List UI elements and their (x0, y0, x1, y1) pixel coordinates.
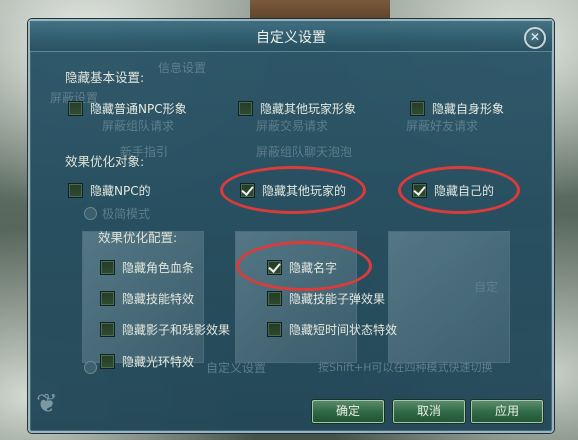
cancel-button[interactable]: 取消 (393, 400, 465, 423)
checkbox-box[interactable] (410, 101, 425, 116)
ghost-preview-image (388, 231, 510, 363)
checkbox-hide-short-status[interactable]: 隐藏短时间状态特效 (267, 321, 397, 338)
checkbox-box[interactable] (267, 291, 282, 306)
ghost-radio (84, 361, 97, 374)
checkbox-box[interactable] (100, 322, 115, 337)
dialog-titlebar[interactable]: 自定义设置 ✕ (30, 21, 552, 52)
checkbox-hide-npc-model[interactable]: 隐藏普通NPC形象 (68, 100, 187, 117)
checkbox-label: 隐藏自身形象 (432, 102, 505, 116)
checkbox-hide-self-model[interactable]: 隐藏自身形象 (410, 100, 504, 117)
checkbox-label: 隐藏技能特效 (122, 292, 195, 306)
checkbox-box[interactable] (100, 291, 115, 306)
ghost-hint: 按Shift+H可以在四种模式快速切换 (318, 361, 493, 374)
annotation-highlight-ellipse (398, 166, 520, 214)
annotation-highlight-ellipse (236, 241, 372, 291)
checkbox-hide-hp-bar[interactable]: 隐藏角色血条 (100, 259, 194, 276)
checkbox-box[interactable] (68, 101, 83, 116)
checkbox-box[interactable] (100, 354, 115, 369)
checkbox-label: 隐藏角色血条 (122, 261, 195, 275)
dialog-title: 自定义设置 (256, 30, 326, 46)
close-icon[interactable]: ✕ (524, 27, 546, 49)
ok-button[interactable]: 确定 (312, 400, 384, 423)
checkbox-label: 隐藏其他玩家形象 (260, 102, 357, 116)
ghost-text: 自定义设置 (206, 361, 267, 375)
checkbox-hide-shadows[interactable]: 隐藏影子和残影效果 (100, 321, 230, 338)
checkbox-label: 隐藏NPC的 (90, 184, 151, 198)
ghost-radio (84, 207, 97, 220)
section-effects-label: 效果优化对象: (65, 154, 145, 169)
annotation-highlight-ellipse (220, 166, 366, 214)
checkbox-box[interactable] (267, 322, 282, 337)
checkbox-box[interactable] (238, 101, 253, 116)
checkbox-hide-skill-bullet[interactable]: 隐藏技能子弹效果 (267, 290, 385, 307)
ghost-text: 屏蔽组队聊天泡泡 (256, 145, 353, 159)
ghost-text: 屏蔽交易请求 (256, 119, 329, 133)
checkbox-hide-skill-effects[interactable]: 隐藏技能特效 (100, 290, 194, 307)
ghost-text: 屏蔽好友请求 (406, 119, 479, 133)
checkbox-hide-npc-effects[interactable]: 隐藏NPC的 (68, 182, 151, 199)
ghost-text: 自定 (474, 280, 499, 294)
checkbox-hide-aura[interactable]: 隐藏光环特效 (100, 353, 194, 370)
ghost-text: 信息设置 (158, 61, 207, 75)
checkbox-label: 隐藏技能子弹效果 (289, 292, 386, 306)
checkbox-label: 隐藏影子和残影效果 (122, 323, 231, 337)
apply-button[interactable]: 应用 (471, 400, 543, 423)
checkbox-label: 隐藏光环特效 (122, 355, 195, 369)
checkbox-hide-other-players-model[interactable]: 隐藏其他玩家形象 (238, 100, 356, 117)
checkbox-label: 隐藏普通NPC形象 (90, 102, 187, 116)
checkbox-label: 隐藏短时间状态特效 (289, 323, 398, 337)
ghost-text: 屏蔽组队请求 (102, 119, 175, 133)
ghost-text: 极简模式 (102, 207, 151, 221)
section-config-label: 效果优化配置: (98, 230, 178, 245)
section-basic-label: 隐藏基本设置: (65, 70, 145, 85)
custom-settings-dialog: 自定义设置 ✕ 信息设置 屏蔽设置 屏蔽组队请求 屏蔽交易请求 屏蔽好友请求 新… (28, 19, 554, 433)
checkbox-box[interactable] (68, 183, 83, 198)
decorative-swirl-icon: ❦ (36, 389, 58, 419)
checkbox-box[interactable] (100, 260, 115, 275)
